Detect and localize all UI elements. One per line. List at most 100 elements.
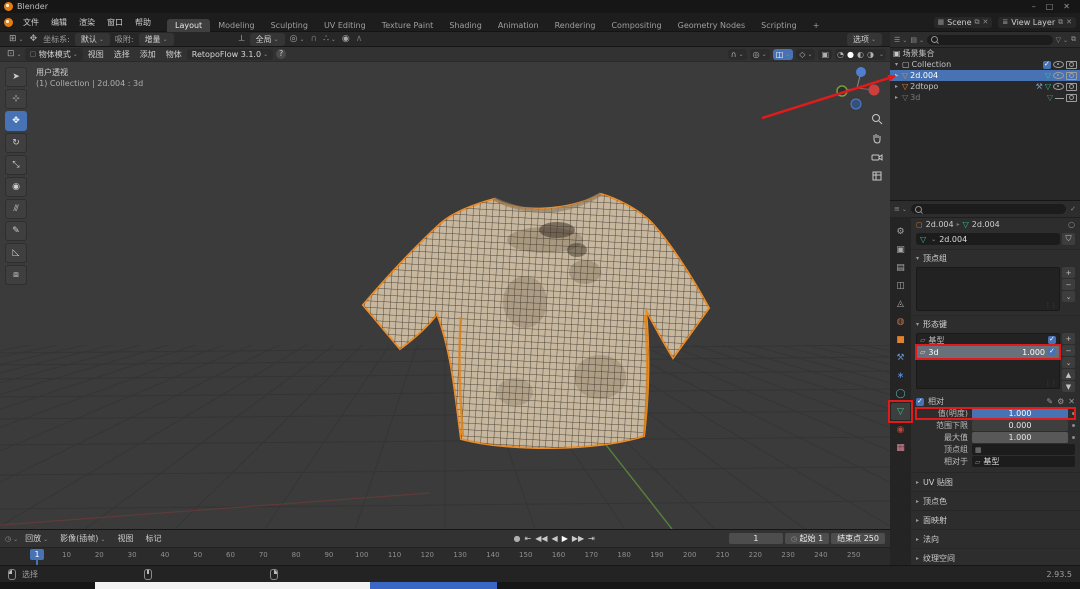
collapsed-panel-header[interactable]: ▸法向 <box>911 529 1080 548</box>
select-menu[interactable]: 选择 <box>109 49 135 60</box>
hide-eye-icon[interactable] <box>1053 72 1064 79</box>
shape-key-mute-checkbox[interactable] <box>1048 348 1056 356</box>
properties-search-input[interactable] <box>925 206 1062 213</box>
frame-start-field[interactable]: ◷ 起始 1 <box>785 533 829 544</box>
hide-eye-icon[interactable] <box>1053 61 1064 68</box>
hide-eye-icon[interactable] <box>1055 97 1064 99</box>
properties-tab-view-layer[interactable]: ◫ <box>891 277 910 294</box>
proportional-falloff-icon[interactable]: ∧ <box>356 34 363 44</box>
move-tool[interactable]: ✥ <box>5 111 27 131</box>
gizmo-y-axis[interactable] <box>837 86 847 96</box>
playhead[interactable]: 1 <box>30 549 44 560</box>
fake-user-shield-icon[interactable]: ⛉ <box>1062 233 1075 245</box>
workspace-tab[interactable]: UV Editing <box>316 19 374 32</box>
expand-icon[interactable]: ▸ <box>893 94 900 101</box>
shading-material-icon[interactable]: ◐ <box>857 50 864 59</box>
outliner-search[interactable] <box>927 35 1053 45</box>
breadcrumb-data[interactable]: 2d.004 <box>972 220 1000 229</box>
properties-tab-output[interactable]: ▤ <box>891 259 910 276</box>
relative-to-field[interactable]: ▱ 基型 <box>972 456 1075 467</box>
workspace-tab[interactable]: Shading <box>441 19 490 32</box>
clear-shape-keys-icon[interactable]: ✕ <box>1068 397 1075 406</box>
animate-dot-icon[interactable] <box>1072 412 1075 415</box>
extrude-tool[interactable]: ◺ <box>5 243 27 263</box>
gizmo-x-axis[interactable] <box>869 85 880 96</box>
outliner-row-3d[interactable]: ▸ ▽ 3d ▽ <box>890 92 1080 103</box>
relative-checkbox[interactable] <box>916 398 924 406</box>
tshirt-mesh-object[interactable] <box>363 194 709 448</box>
gizmo-z-axis[interactable] <box>856 67 866 77</box>
rotate-tool[interactable]: ↻ <box>5 133 27 153</box>
shape-keys-panel-header[interactable]: ▾形态键 <box>911 315 1080 333</box>
add-cube-tool[interactable]: ⧈ <box>5 265 27 285</box>
scene-selector[interactable]: ▦ Scene ⧉ ✕ <box>934 17 993 28</box>
maximize-button[interactable]: □ <box>1046 2 1054 11</box>
workspace-tab[interactable]: Scripting <box>753 19 805 32</box>
shape-key-mute-checkbox[interactable] <box>1048 336 1056 344</box>
current-frame-field[interactable]: 1 <box>729 533 783 544</box>
scale-tool[interactable]: ⤡ <box>5 155 27 175</box>
viewport-proportional-icon[interactable]: ◎⌄ <box>750 49 770 60</box>
transform-orientation-dropdown[interactable]: 全局⌄ <box>250 33 285 46</box>
range-min-field[interactable]: 0.000 <box>972 420 1068 431</box>
view-layer-selector[interactable]: ≣ View Layer ⧉ ✕ <box>998 17 1076 28</box>
gizmo-z-neg-axis[interactable] <box>851 99 861 109</box>
pin-icon[interactable]: ○ <box>1068 220 1075 229</box>
vertex-groups-panel-header[interactable]: ▾顶点组 <box>911 249 1080 267</box>
select-box-tool[interactable]: ➤ <box>5 67 27 87</box>
outliner-row-collection[interactable]: ▾ ▢ Collection <box>890 59 1080 70</box>
orientation-dropdown[interactable]: 默认⌄ <box>75 33 110 46</box>
collapsed-panel-header[interactable]: ▸纹理空间 <box>911 548 1080 565</box>
shading-rendered-icon[interactable]: ◑ <box>867 50 874 59</box>
shape-key-row-basis[interactable]: ▱ 基型 <box>917 334 1059 346</box>
render-visibility-icon[interactable] <box>1066 94 1077 102</box>
timeline-editor-type-icon[interactable]: ◷⌄ <box>5 535 18 543</box>
play-button[interactable]: ▶ <box>562 534 568 543</box>
datablock-name-field[interactable]: ▽⌄ 2d.004 <box>916 233 1060 245</box>
play-reverse-button[interactable]: ◀ <box>552 534 558 543</box>
keying-menu[interactable]: 影像(插帧)⌄ <box>55 533 110 544</box>
menu-edit[interactable]: 编辑 <box>45 17 73 28</box>
outliner-search-input[interactable] <box>941 36 1049 43</box>
outliner-row-2d004[interactable]: ▸ ▽ 2d.004 ▽ <box>890 70 1080 81</box>
workspace-tab[interactable]: Rendering <box>547 19 604 32</box>
blender-menu-icon[interactable] <box>4 18 13 27</box>
workspace-tab[interactable]: Modeling <box>210 19 262 32</box>
new-view-layer-icon[interactable]: ⧉ <box>1058 18 1063 27</box>
snap-magnet-icon[interactable]: ∩ <box>311 34 318 44</box>
menu-help[interactable]: 帮助 <box>129 17 157 28</box>
pan-hand-icon[interactable] <box>870 131 884 145</box>
workspace-tab[interactable]: + <box>805 19 828 32</box>
viewport-3d[interactable]: ⊡⌄ ▢ 物体模式⌄ 视图 选择 添加 物体 RetopoFlow 3.1.0⌄… <box>0 47 891 529</box>
previous-keyframe-button[interactable]: ◀◀ <box>535 534 547 543</box>
properties-search[interactable] <box>911 204 1066 214</box>
properties-tab-modifiers[interactable]: ⚒ <box>891 349 910 366</box>
properties-tab-particles[interactable]: ∗ <box>891 367 910 384</box>
properties-tab-texture[interactable]: ▦ <box>891 439 910 456</box>
render-visibility-icon[interactable] <box>1066 83 1077 91</box>
expand-icon[interactable]: ▸ <box>893 72 900 79</box>
timeline-view-menu[interactable]: 视图 <box>112 533 138 544</box>
shape-key-value-slider[interactable]: 1.000 <box>972 408 1068 419</box>
annotate-tool[interactable]: ⫻ <box>5 199 27 219</box>
transform-tool[interactable]: ◉ <box>5 177 27 197</box>
workspace-tab[interactable]: Layout <box>167 19 210 32</box>
retopoflow-help-button[interactable]: ? <box>276 49 286 59</box>
unlink-scene-icon[interactable]: ✕ <box>983 18 989 26</box>
shape-key-edit-mode-icon[interactable]: ✎ <box>1046 397 1053 406</box>
frame-end-field[interactable]: 结束点 250 <box>831 533 885 544</box>
animate-dot-icon[interactable] <box>1072 436 1075 439</box>
shape-key-lock-icon[interactable]: ⚙ <box>1057 397 1064 406</box>
workspace-tab[interactable]: Geometry Nodes <box>670 19 753 32</box>
show-gizmo-icon[interactable]: ◇⌄ <box>796 49 815 60</box>
collapsed-panel-header[interactable]: ▸UV 贴图 <box>911 472 1080 491</box>
render-visibility-icon[interactable] <box>1066 72 1077 80</box>
expand-icon[interactable]: ▾ <box>893 61 900 68</box>
vertex-group-specials-button[interactable]: ⌄ <box>1062 291 1075 302</box>
animate-dot-icon[interactable] <box>1072 424 1075 427</box>
outliner-row-2dtopo[interactable]: ▸ ▽ 2dtopo ⚒ ▽ <box>890 81 1080 92</box>
navigation-gizmo[interactable] <box>837 67 880 109</box>
camera-view-icon[interactable] <box>870 150 884 164</box>
remove-view-layer-icon[interactable]: ✕ <box>1066 18 1072 26</box>
collection-checkbox[interactable] <box>1043 61 1051 69</box>
